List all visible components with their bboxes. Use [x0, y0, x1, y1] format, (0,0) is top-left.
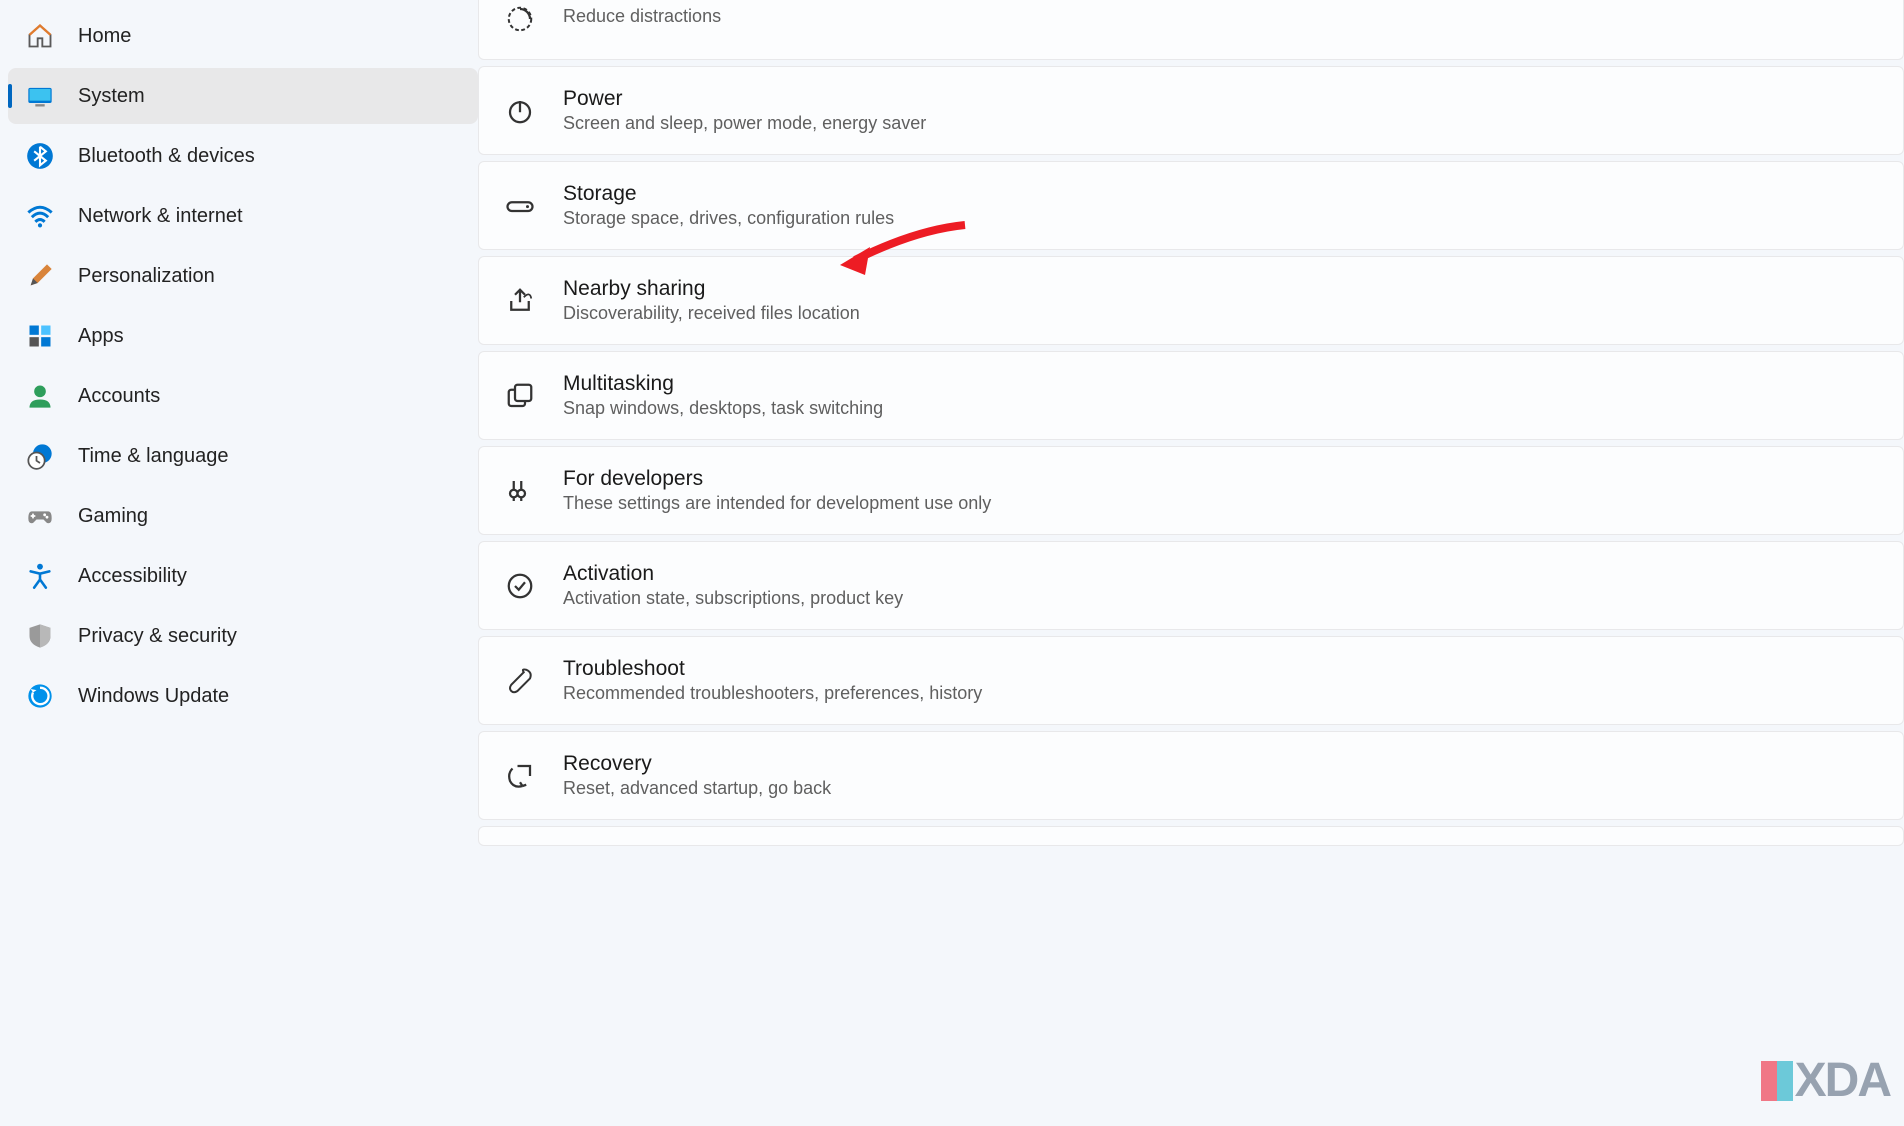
sidebar-item-privacy-security[interactable]: Privacy & security: [8, 608, 478, 664]
card-desc: Reduce distractions: [563, 6, 721, 27]
wifi-icon: [26, 202, 54, 230]
card-desc: Screen and sleep, power mode, energy sav…: [563, 113, 926, 134]
sidebar-item-label: Apps: [78, 325, 124, 348]
recovery-icon: [503, 759, 537, 793]
sidebar-item-bluetooth[interactable]: Bluetooth & devices: [8, 128, 478, 184]
home-icon: [26, 22, 54, 50]
card-desc: Snap windows, desktops, task switching: [563, 398, 883, 419]
card-title: For developers: [563, 467, 991, 491]
sidebar-item-label: Privacy & security: [78, 625, 237, 648]
sidebar-item-gaming[interactable]: Gaming: [8, 488, 478, 544]
card-title: Recovery: [563, 752, 831, 776]
share-icon: [503, 284, 537, 318]
settings-card-recovery[interactable]: Recovery Reset, advanced startup, go bac…: [478, 731, 1904, 820]
shield-icon: [26, 622, 54, 650]
card-desc: Activation state, subscriptions, product…: [563, 588, 903, 609]
accessibility-icon: [26, 562, 54, 590]
sidebar-item-apps[interactable]: Apps: [8, 308, 478, 364]
card-desc: These settings are intended for developm…: [563, 493, 991, 514]
sidebar-item-label: Accessibility: [78, 565, 187, 588]
card-desc: Reset, advanced startup, go back: [563, 778, 831, 799]
settings-card-multitasking[interactable]: Multitasking Snap windows, desktops, tas…: [478, 351, 1904, 440]
sidebar-item-label: Network & internet: [78, 205, 243, 228]
sidebar-item-system[interactable]: System: [8, 68, 478, 124]
settings-card-storage[interactable]: Storage Storage space, drives, configura…: [478, 161, 1904, 250]
sidebar-item-network[interactable]: Network & internet: [8, 188, 478, 244]
card-desc: Storage space, drives, configuration rul…: [563, 208, 894, 229]
sidebar-item-label: Personalization: [78, 265, 215, 288]
settings-card-focus[interactable]: Focus Reduce distractions: [478, 0, 1904, 60]
gamepad-icon: [26, 502, 54, 530]
settings-card-power[interactable]: Power Screen and sleep, power mode, ener…: [478, 66, 1904, 155]
settings-sidebar: Home System Bluetooth & devices Network …: [0, 0, 478, 1126]
settings-card-for-developers[interactable]: For developers These settings are intend…: [478, 446, 1904, 535]
sidebar-item-accessibility[interactable]: Accessibility: [8, 548, 478, 604]
card-title: Nearby sharing: [563, 277, 860, 301]
sidebar-item-label: System: [78, 85, 145, 108]
sidebar-item-windows-update[interactable]: Windows Update: [8, 668, 478, 724]
settings-card-troubleshoot[interactable]: Troubleshoot Recommended troubleshooters…: [478, 636, 1904, 725]
card-title: Activation: [563, 562, 903, 586]
sidebar-item-label: Accounts: [78, 385, 160, 408]
card-desc: Discoverability, received files location: [563, 303, 860, 324]
settings-card-partial-next[interactable]: [478, 826, 1904, 846]
system-icon: [26, 82, 54, 110]
card-title: Power: [563, 87, 926, 111]
sidebar-item-accounts[interactable]: Accounts: [8, 368, 478, 424]
watermark-text: XDA: [1795, 1053, 1890, 1108]
sidebar-item-label: Gaming: [78, 505, 148, 528]
system-settings-list: Focus Reduce distractions Power Screen a…: [478, 0, 1904, 846]
power-icon: [503, 94, 537, 128]
card-title: Focus: [563, 0, 721, 4]
multitask-icon: [503, 379, 537, 413]
sidebar-item-time-language[interactable]: Time & language: [8, 428, 478, 484]
settings-card-activation[interactable]: Activation Activation state, subscriptio…: [478, 541, 1904, 630]
update-icon: [26, 682, 54, 710]
sidebar-item-label: Home: [78, 25, 131, 48]
sidebar-item-label: Windows Update: [78, 685, 229, 708]
settings-card-nearby-sharing[interactable]: Nearby sharing Discoverability, received…: [478, 256, 1904, 345]
card-desc: Recommended troubleshooters, preferences…: [563, 683, 982, 704]
sidebar-item-label: Bluetooth & devices: [78, 145, 255, 168]
settings-main: Focus Reduce distractions Power Screen a…: [478, 0, 1904, 1126]
sidebar-item-home[interactable]: Home: [8, 8, 478, 64]
person-icon: [26, 382, 54, 410]
dev-icon: [503, 474, 537, 508]
apps-icon: [26, 322, 54, 350]
focus-icon: [503, 2, 537, 36]
sidebar-item-personalization[interactable]: Personalization: [8, 248, 478, 304]
check-circle-icon: [503, 569, 537, 603]
sidebar-item-label: Time & language: [78, 445, 228, 468]
card-title: Troubleshoot: [563, 657, 982, 681]
wrench-icon: [503, 664, 537, 698]
brush-icon: [26, 262, 54, 290]
storage-icon: [503, 189, 537, 223]
card-title: Multitasking: [563, 372, 883, 396]
xda-watermark: XDA: [1761, 1053, 1890, 1108]
bluetooth-icon: [26, 142, 54, 170]
clock-globe-icon: [26, 442, 54, 470]
card-title: Storage: [563, 182, 894, 206]
